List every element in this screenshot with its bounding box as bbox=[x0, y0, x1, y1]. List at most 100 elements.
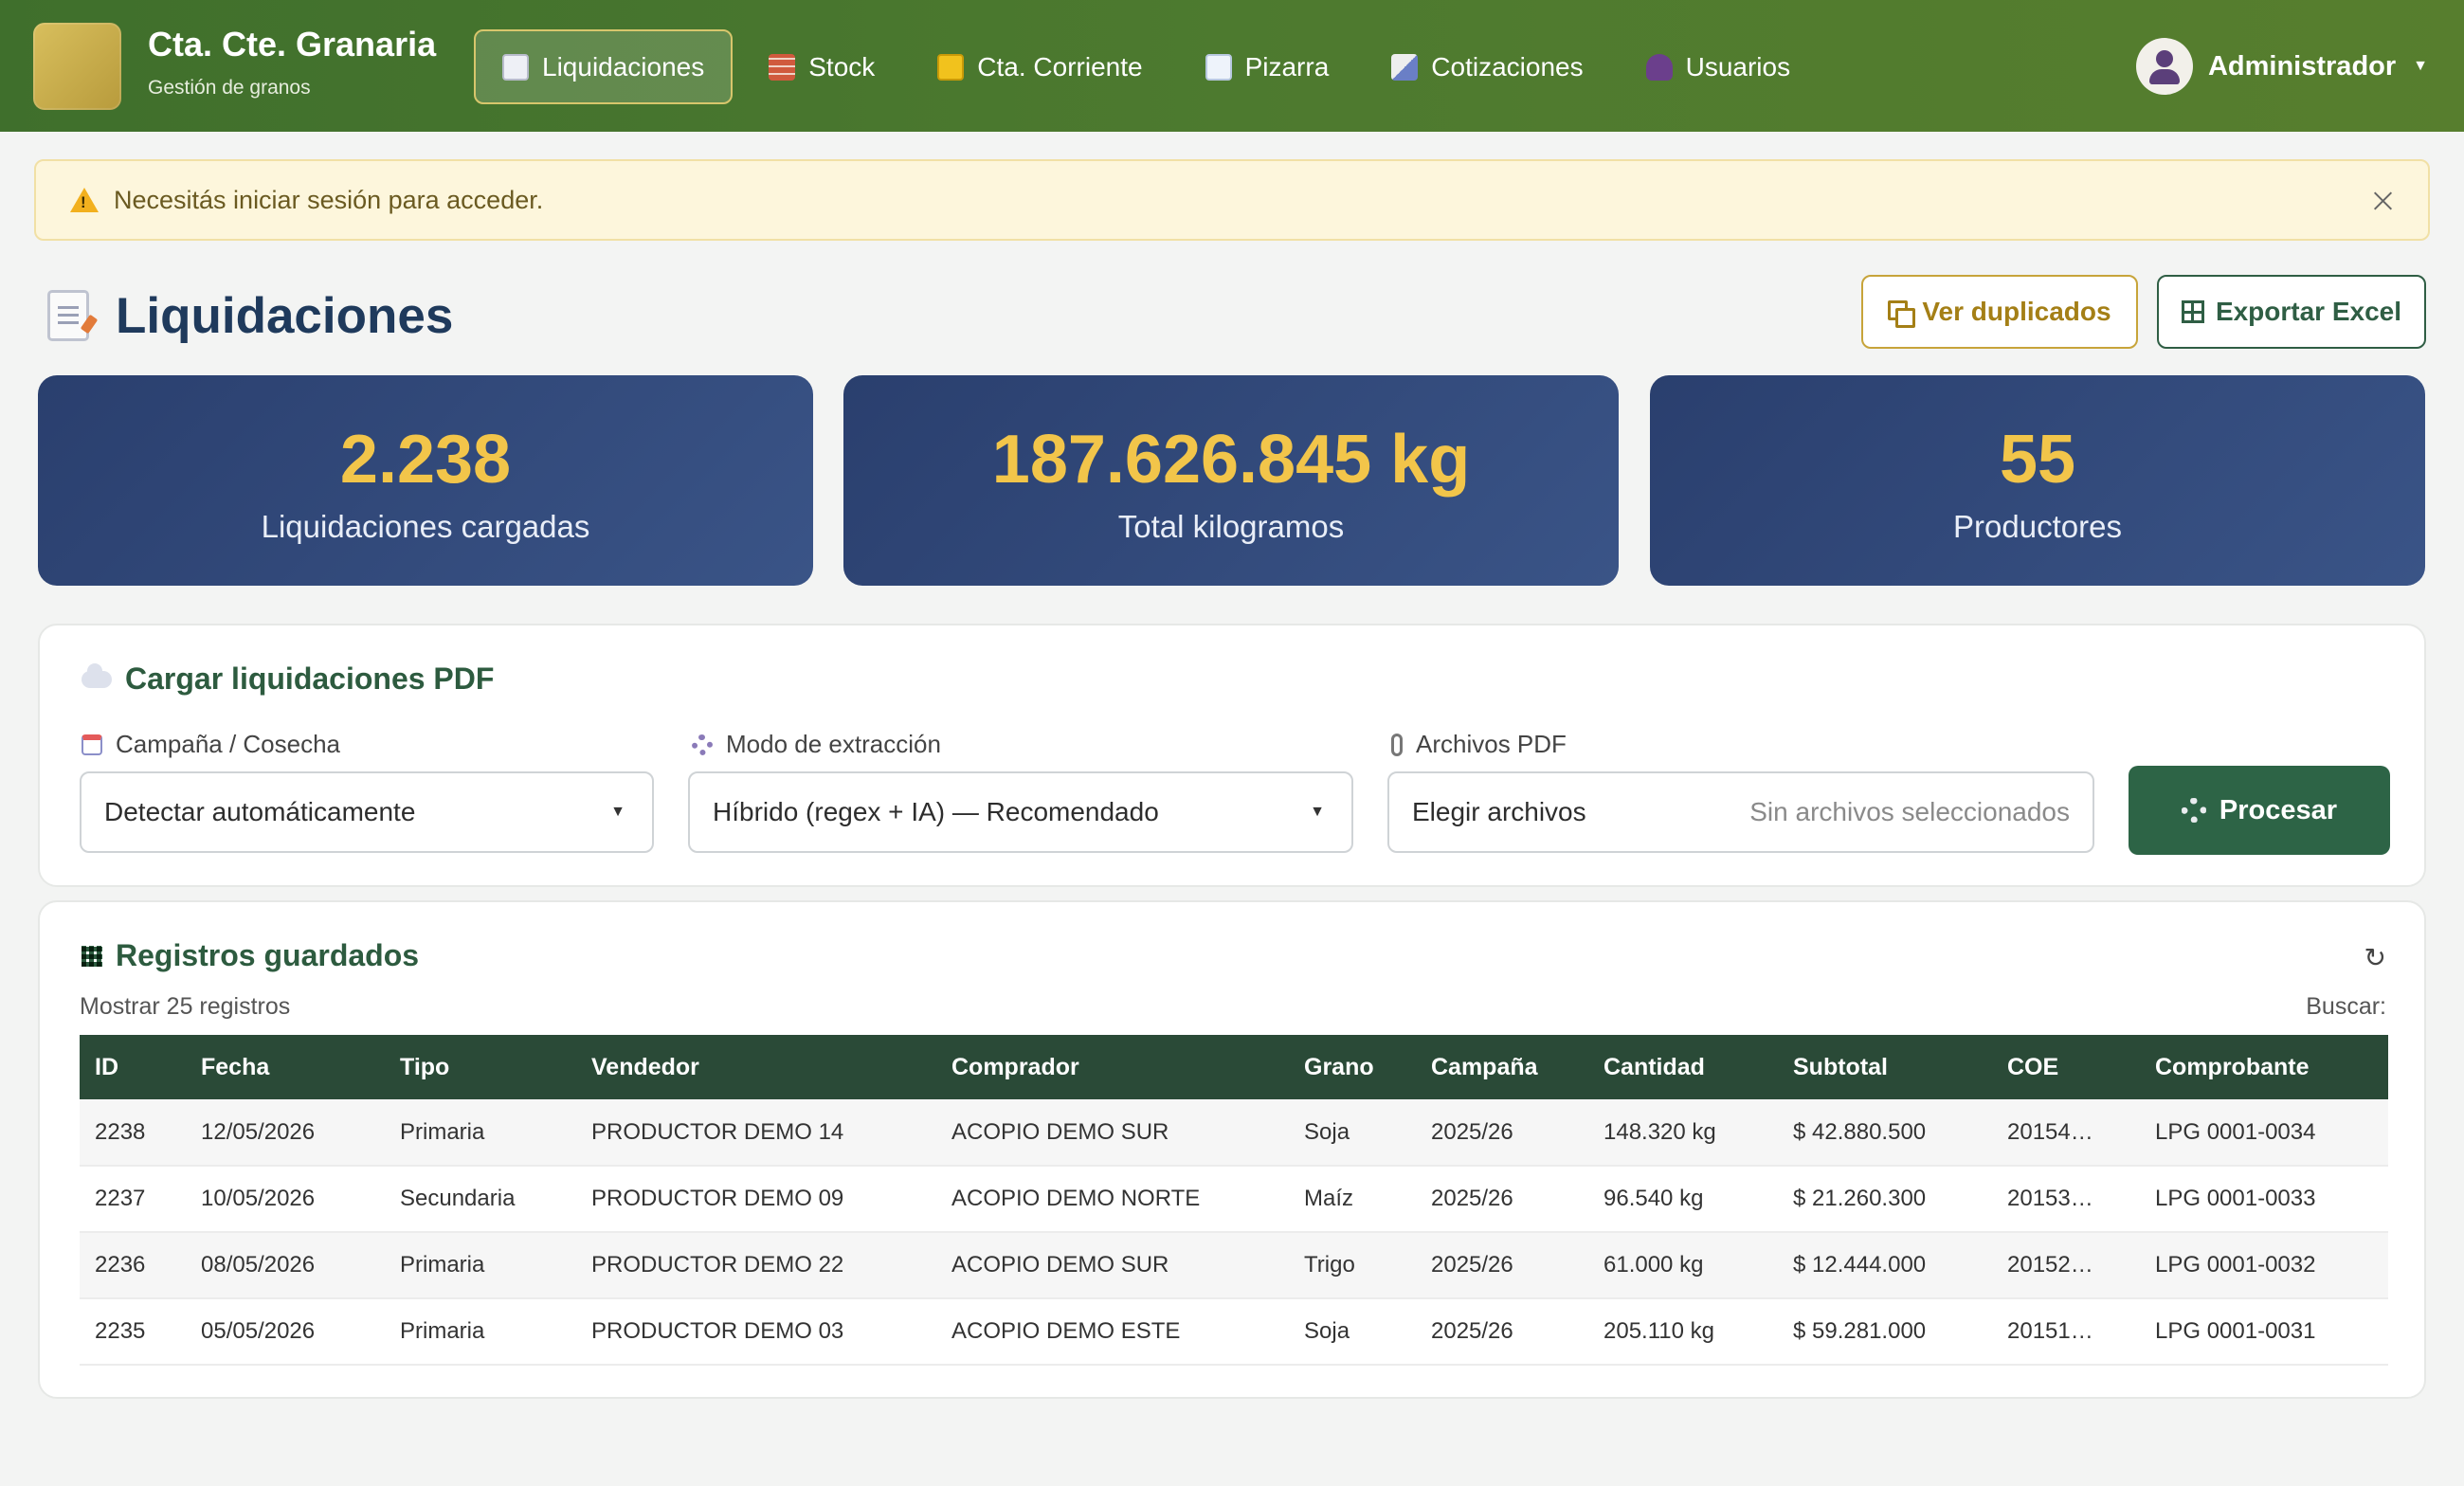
cell-grano: Soja bbox=[1289, 1099, 1416, 1167]
nav-label: Pizarra bbox=[1244, 51, 1330, 82]
cell-grano: Trigo bbox=[1289, 1232, 1416, 1299]
nav-label: Cta. Corriente bbox=[977, 51, 1143, 82]
export-excel-label: Exportar Excel bbox=[2215, 297, 2402, 326]
notebook-icon bbox=[937, 53, 965, 81]
table-row[interactable]: 2235 05/05/2026 Primaria PRODUCTOR DEMO … bbox=[80, 1298, 2388, 1366]
page-length-control[interactable]: Mostrar 25 registros bbox=[80, 993, 290, 1021]
column-header[interactable]: Comprador bbox=[936, 1035, 1289, 1099]
process-button[interactable]: Procesar bbox=[2129, 766, 2390, 855]
nav-item-usuarios[interactable]: Usuarios bbox=[1620, 29, 1817, 104]
nav-item-stock[interactable]: Stock bbox=[742, 29, 901, 104]
files-label-text: Archivos PDF bbox=[1416, 730, 1567, 758]
cell-comprobante: LPG 0001-0034 bbox=[2140, 1099, 2388, 1167]
cloud-icon bbox=[82, 662, 112, 688]
grid-icon bbox=[2181, 300, 2204, 323]
duplicate-icon bbox=[1888, 300, 1916, 328]
cell-campana: 2025/26 bbox=[1416, 1099, 1588, 1167]
cell-comprador: ACOPIO DEMO SUR bbox=[936, 1232, 1289, 1299]
page-title-text: Liquidaciones bbox=[116, 287, 454, 344]
stat-card-kilogramos: 187.626.845 kg Total kilogramos bbox=[843, 375, 1619, 586]
campaign-label-text: Campaña / Cosecha bbox=[116, 730, 341, 758]
column-header[interactable]: Cantidad bbox=[1588, 1035, 1778, 1099]
mode-select-value: Híbrido (regex + IA) — Recomendado bbox=[713, 797, 1159, 826]
column-header[interactable]: Subtotal bbox=[1778, 1035, 1992, 1099]
upload-panel: Cargar liquidaciones PDF Campaña / Cosec… bbox=[38, 624, 2426, 887]
records-title-text: Registros guardados bbox=[116, 938, 420, 972]
cell-tipo: Primaria bbox=[385, 1298, 576, 1366]
nav-item-cta-corriente[interactable]: Cta. Corriente bbox=[911, 29, 1169, 104]
close-icon[interactable] bbox=[2364, 182, 2401, 220]
column-header[interactable]: Vendedor bbox=[576, 1035, 936, 1099]
cell-fecha: 12/05/2026 bbox=[186, 1099, 385, 1167]
column-header[interactable]: Fecha bbox=[186, 1035, 385, 1099]
cell-campana: 2025/26 bbox=[1416, 1232, 1588, 1299]
nav-item-liquidaciones[interactable]: Liquidaciones bbox=[474, 29, 734, 104]
brand-title: Cta. Cte. Granaria bbox=[148, 25, 437, 63]
no-files-hint: Sin archivos seleccionados bbox=[1749, 797, 2070, 826]
user-menu[interactable]: Administrador ▼ bbox=[2135, 34, 2428, 99]
cell-subtotal: $ 42.880.500 bbox=[1778, 1099, 1992, 1167]
cell-campana: 2025/26 bbox=[1416, 1298, 1588, 1366]
column-header[interactable]: COE bbox=[1992, 1035, 2140, 1099]
stat-card-liquidaciones: 2.238 Liquidaciones cargadas bbox=[38, 375, 813, 586]
records-table: ID Fecha Tipo Vendedor Comprador Grano C… bbox=[80, 1035, 2388, 1366]
column-header[interactable]: Tipo bbox=[385, 1035, 576, 1099]
view-duplicates-button[interactable]: Ver duplicados bbox=[1861, 275, 2138, 349]
cell-id: 2236 bbox=[80, 1232, 186, 1299]
cell-grano: Maíz bbox=[1289, 1166, 1416, 1233]
column-header[interactable]: Grano bbox=[1289, 1035, 1416, 1099]
cell-vendedor: PRODUCTOR DEMO 14 bbox=[576, 1099, 936, 1167]
column-header[interactable]: Comprobante bbox=[2140, 1035, 2388, 1099]
extraction-mode-select[interactable]: Híbrido (regex + IA) — Recomendado ▼ bbox=[688, 771, 1353, 853]
cell-fecha: 05/05/2026 bbox=[186, 1298, 385, 1366]
nav-item-cotizaciones[interactable]: Cotizaciones bbox=[1365, 29, 1609, 104]
calendar-icon bbox=[82, 734, 102, 755]
cell-vendedor: PRODUCTOR DEMO 03 bbox=[576, 1298, 936, 1366]
cell-id: 2238 bbox=[80, 1099, 186, 1167]
document-icon bbox=[502, 53, 529, 81]
cell-coe: 20151… bbox=[1992, 1298, 2140, 1366]
export-excel-button[interactable]: Exportar Excel bbox=[2157, 275, 2426, 349]
cell-subtotal: $ 21.260.300 bbox=[1778, 1166, 1992, 1233]
cell-tipo: Secundaria bbox=[385, 1166, 576, 1233]
cell-id: 2237 bbox=[80, 1166, 186, 1233]
brand-logo[interactable] bbox=[33, 23, 121, 110]
table-header-row: ID Fecha Tipo Vendedor Comprador Grano C… bbox=[80, 1035, 2388, 1099]
paperclip-icon bbox=[1391, 733, 1403, 756]
table-row[interactable]: 2238 12/05/2026 Primaria PRODUCTOR DEMO … bbox=[80, 1099, 2388, 1167]
chart-icon bbox=[1205, 53, 1232, 81]
nav-label: Usuarios bbox=[1685, 51, 1791, 82]
choose-files-button[interactable]: Elegir archivos bbox=[1412, 797, 1586, 827]
refresh-icon[interactable]: ↻ bbox=[2364, 942, 2386, 973]
stat-value: 2.238 bbox=[339, 422, 512, 498]
nav-label: Liquidaciones bbox=[542, 51, 705, 82]
brick-icon bbox=[769, 53, 796, 81]
nav-item-pizarra[interactable]: Pizarra bbox=[1179, 29, 1356, 104]
cell-coe: 20154… bbox=[1992, 1099, 2140, 1167]
cell-vendedor: PRODUCTOR DEMO 09 bbox=[576, 1166, 936, 1233]
top-navbar: Cta. Cte. Granaria Gestión de granos Liq… bbox=[0, 0, 2464, 132]
stat-label: Total kilogramos bbox=[1117, 509, 1345, 544]
user-name: Administrador bbox=[2207, 50, 2397, 82]
pdf-file-input[interactable]: Elegir archivos Sin archivos seleccionad… bbox=[1387, 771, 2094, 853]
cell-id: 2235 bbox=[80, 1298, 186, 1366]
gear-icon bbox=[692, 734, 713, 755]
stat-label: Productores bbox=[1953, 509, 2122, 544]
stat-label: Liquidaciones cargadas bbox=[261, 509, 590, 544]
cell-grano: Soja bbox=[1289, 1298, 1416, 1366]
stat-value: 55 bbox=[1999, 422, 2076, 498]
mode-label: Modo de extracción bbox=[692, 730, 941, 759]
records-panel: Registros guardados ↻ Mostrar 25 registr… bbox=[38, 900, 2426, 1399]
cell-campana: 2025/26 bbox=[1416, 1166, 1588, 1233]
table-row[interactable]: 2237 10/05/2026 Secundaria PRODUCTOR DEM… bbox=[80, 1166, 2388, 1233]
cell-comprador: ACOPIO DEMO SUR bbox=[936, 1099, 1289, 1167]
warning-icon bbox=[70, 188, 99, 212]
alert-message: Necesitás iniciar sesión para acceder. bbox=[114, 185, 544, 214]
cell-fecha: 08/05/2026 bbox=[186, 1232, 385, 1299]
campaign-select-value: Detectar automáticamente bbox=[104, 797, 416, 826]
campaign-select[interactable]: Detectar automáticamente ▼ bbox=[80, 771, 654, 853]
table-row[interactable]: 2236 08/05/2026 Primaria PRODUCTOR DEMO … bbox=[80, 1232, 2388, 1299]
files-label: Archivos PDF bbox=[1391, 730, 1567, 759]
column-header[interactable]: Campaña bbox=[1416, 1035, 1588, 1099]
column-header[interactable]: ID bbox=[80, 1035, 186, 1099]
